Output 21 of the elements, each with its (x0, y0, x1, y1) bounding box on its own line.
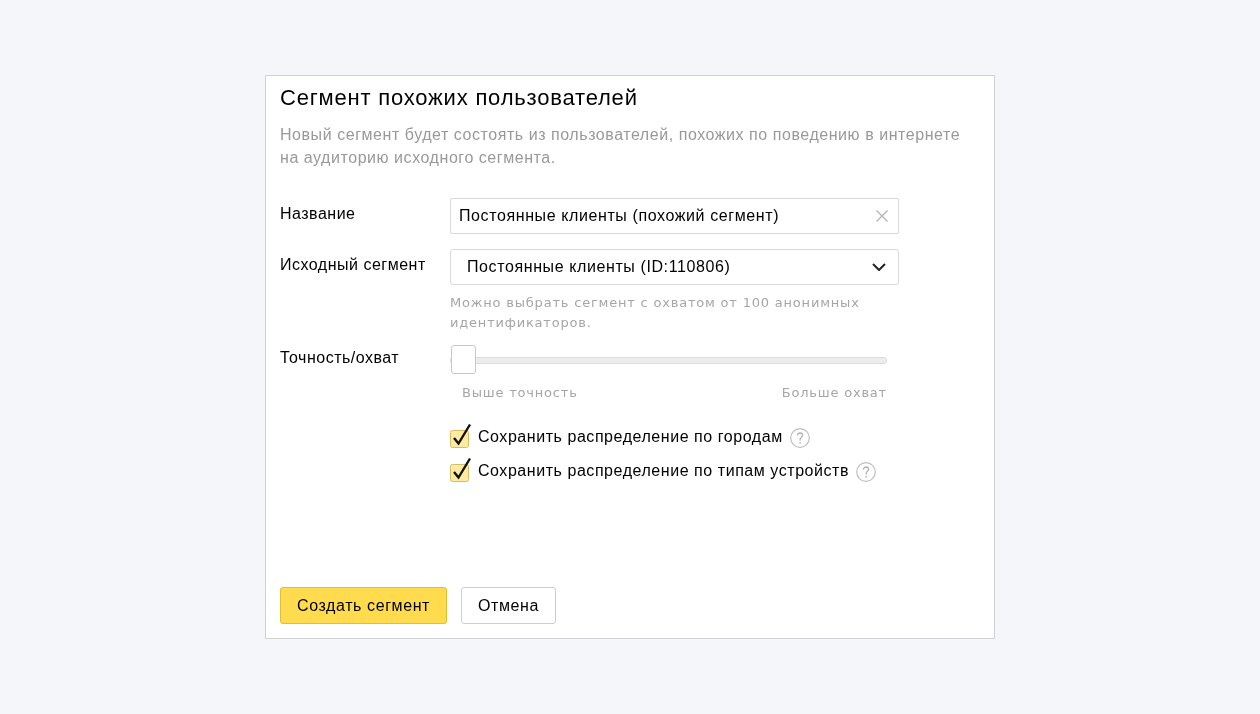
checkbox[interactable] (450, 457, 472, 482)
hint-text: Можно выбрать сегмент с охватом от 100 анонимных идентификаторов. (450, 294, 861, 332)
segment-select[interactable]: Постоянные клиенты (ID:110806) (450, 249, 899, 285)
clear-icon[interactable] (876, 210, 888, 222)
create-button[interactable]: Создать сегмент (280, 587, 448, 624)
name-field[interactable]: Постоянные клиенты (похожий сегмент) (450, 198, 899, 234)
help-icon[interactable] (856, 462, 876, 482)
dialog-title: Сегмент похожих пользователей (280, 86, 639, 110)
cancel-button[interactable]: Отмена (461, 587, 557, 624)
slider-thumb[interactable] (451, 345, 476, 374)
help-icon[interactable] (789, 428, 810, 448)
slider-min-label: Выше точность (462, 384, 578, 402)
field-label: Исходный сегмент (280, 255, 427, 275)
field-label: Название (280, 204, 357, 224)
checkbox-label[interactable]: Сохранить распределение по типам устройств (478, 461, 849, 481)
checkbox[interactable] (450, 423, 472, 448)
chevron-down-icon (872, 263, 886, 271)
field-label: Точность/охват (280, 348, 401, 368)
slider-max-label: Больше охват (781, 384, 887, 402)
dialog-description: Новый сегмент будет состоять из пользователей, похожих по поведению в интернете на аудиторию исходного сегмента. (280, 125, 962, 168)
checkbox-label[interactable]: Сохранить распределение по городам (478, 427, 783, 447)
